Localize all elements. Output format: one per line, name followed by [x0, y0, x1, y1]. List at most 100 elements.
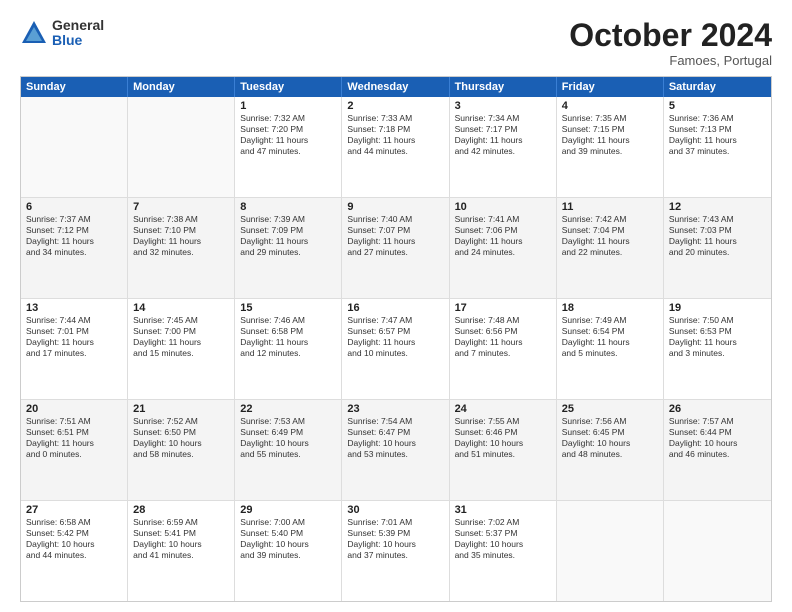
logo-blue: Blue	[52, 33, 104, 48]
day-number: 5	[669, 100, 766, 112]
day-number: 15	[240, 302, 336, 314]
day-number: 10	[455, 201, 551, 213]
calendar-cell	[128, 97, 235, 197]
cell-line: and 3 minutes.	[669, 348, 766, 359]
calendar-cell: 20Sunrise: 7:51 AMSunset: 6:51 PMDayligh…	[21, 400, 128, 500]
cell-line: and 44 minutes.	[347, 146, 443, 157]
cell-line: Daylight: 10 hours	[455, 539, 551, 550]
header-day: Sunday	[21, 77, 128, 97]
header: General Blue October 2024 Famoes, Portug…	[20, 18, 772, 68]
calendar-cell: 11Sunrise: 7:42 AMSunset: 7:04 PMDayligh…	[557, 198, 664, 298]
cell-line: and 42 minutes.	[455, 146, 551, 157]
cell-line: and 48 minutes.	[562, 449, 658, 460]
calendar-cell: 24Sunrise: 7:55 AMSunset: 6:46 PMDayligh…	[450, 400, 557, 500]
cell-line: Sunrise: 7:44 AM	[26, 315, 122, 326]
day-number: 29	[240, 504, 336, 516]
cell-line: Sunrise: 7:54 AM	[347, 416, 443, 427]
cell-line: Sunrise: 7:49 AM	[562, 315, 658, 326]
page: General Blue October 2024 Famoes, Portug…	[0, 0, 792, 612]
cell-line: Daylight: 11 hours	[455, 236, 551, 247]
cell-line: Sunrise: 7:46 AM	[240, 315, 336, 326]
cell-line: Sunrise: 7:53 AM	[240, 416, 336, 427]
cell-line: Daylight: 11 hours	[562, 135, 658, 146]
cell-line: and 24 minutes.	[455, 247, 551, 258]
calendar-cell: 12Sunrise: 7:43 AMSunset: 7:03 PMDayligh…	[664, 198, 771, 298]
cell-line: and 55 minutes.	[240, 449, 336, 460]
day-number: 23	[347, 403, 443, 415]
cell-line: Sunrise: 6:58 AM	[26, 517, 122, 528]
calendar-cell: 14Sunrise: 7:45 AMSunset: 7:00 PMDayligh…	[128, 299, 235, 399]
cell-line: Daylight: 11 hours	[240, 337, 336, 348]
cell-line: Sunset: 6:49 PM	[240, 427, 336, 438]
day-number: 11	[562, 201, 658, 213]
cell-line: Sunrise: 7:33 AM	[347, 113, 443, 124]
cell-line: Daylight: 11 hours	[669, 337, 766, 348]
cell-line: Sunrise: 7:42 AM	[562, 214, 658, 225]
cell-line: Sunset: 6:54 PM	[562, 326, 658, 337]
cell-line: Sunset: 6:51 PM	[26, 427, 122, 438]
cell-line: Sunset: 7:07 PM	[347, 225, 443, 236]
cell-line: Daylight: 11 hours	[26, 236, 122, 247]
location: Famoes, Portugal	[569, 53, 772, 68]
cell-line: Daylight: 11 hours	[133, 236, 229, 247]
cell-line: Sunrise: 7:36 AM	[669, 113, 766, 124]
cell-line: Sunset: 7:10 PM	[133, 225, 229, 236]
cell-line: Sunset: 6:45 PM	[562, 427, 658, 438]
day-number: 17	[455, 302, 551, 314]
cell-line: and 34 minutes.	[26, 247, 122, 258]
calendar-body: 1Sunrise: 7:32 AMSunset: 7:20 PMDaylight…	[21, 97, 771, 601]
day-number: 25	[562, 403, 658, 415]
cell-line: Daylight: 11 hours	[240, 135, 336, 146]
day-number: 13	[26, 302, 122, 314]
day-number: 21	[133, 403, 229, 415]
day-number: 14	[133, 302, 229, 314]
day-number: 4	[562, 100, 658, 112]
calendar-cell: 22Sunrise: 7:53 AMSunset: 6:49 PMDayligh…	[235, 400, 342, 500]
cell-line: Daylight: 11 hours	[133, 337, 229, 348]
cell-line: and 47 minutes.	[240, 146, 336, 157]
calendar-header: SundayMondayTuesdayWednesdayThursdayFrid…	[21, 77, 771, 97]
cell-line: Daylight: 11 hours	[240, 236, 336, 247]
cell-line: Daylight: 11 hours	[455, 135, 551, 146]
cell-line: Sunset: 7:13 PM	[669, 124, 766, 135]
cell-line: and 39 minutes.	[240, 550, 336, 561]
cell-line: and 7 minutes.	[455, 348, 551, 359]
cell-line: Sunset: 7:17 PM	[455, 124, 551, 135]
cell-line: Sunrise: 7:00 AM	[240, 517, 336, 528]
title-block: October 2024 Famoes, Portugal	[569, 18, 772, 68]
calendar-cell: 30Sunrise: 7:01 AMSunset: 5:39 PMDayligh…	[342, 501, 449, 601]
cell-line: Sunset: 5:39 PM	[347, 528, 443, 539]
cell-line: and 29 minutes.	[240, 247, 336, 258]
cell-line: Sunrise: 7:34 AM	[455, 113, 551, 124]
cell-line: and 0 minutes.	[26, 449, 122, 460]
calendar-cell: 13Sunrise: 7:44 AMSunset: 7:01 PMDayligh…	[21, 299, 128, 399]
day-number: 8	[240, 201, 336, 213]
day-number: 30	[347, 504, 443, 516]
calendar-row: 1Sunrise: 7:32 AMSunset: 7:20 PMDaylight…	[21, 97, 771, 197]
cell-line: and 37 minutes.	[347, 550, 443, 561]
logo-icon	[20, 19, 48, 47]
cell-line: Daylight: 11 hours	[562, 337, 658, 348]
cell-line: Daylight: 10 hours	[240, 539, 336, 550]
calendar-cell: 25Sunrise: 7:56 AMSunset: 6:45 PMDayligh…	[557, 400, 664, 500]
cell-line: Sunset: 7:12 PM	[26, 225, 122, 236]
cell-line: Sunset: 6:46 PM	[455, 427, 551, 438]
calendar-row: 13Sunrise: 7:44 AMSunset: 7:01 PMDayligh…	[21, 298, 771, 399]
cell-line: Daylight: 11 hours	[347, 337, 443, 348]
cell-line: Sunset: 6:58 PM	[240, 326, 336, 337]
cell-line: Sunset: 7:09 PM	[240, 225, 336, 236]
cell-line: Sunrise: 7:35 AM	[562, 113, 658, 124]
day-number: 31	[455, 504, 551, 516]
cell-line: Daylight: 10 hours	[347, 438, 443, 449]
cell-line: Daylight: 11 hours	[669, 236, 766, 247]
calendar-cell: 27Sunrise: 6:58 AMSunset: 5:42 PMDayligh…	[21, 501, 128, 601]
cell-line: and 27 minutes.	[347, 247, 443, 258]
cell-line: Daylight: 11 hours	[26, 337, 122, 348]
calendar-row: 27Sunrise: 6:58 AMSunset: 5:42 PMDayligh…	[21, 500, 771, 601]
cell-line: Sunset: 6:57 PM	[347, 326, 443, 337]
calendar-cell: 18Sunrise: 7:49 AMSunset: 6:54 PMDayligh…	[557, 299, 664, 399]
cell-line: Sunset: 5:40 PM	[240, 528, 336, 539]
cell-line: and 17 minutes.	[26, 348, 122, 359]
cell-line: Sunrise: 7:55 AM	[455, 416, 551, 427]
cell-line: Sunset: 7:15 PM	[562, 124, 658, 135]
